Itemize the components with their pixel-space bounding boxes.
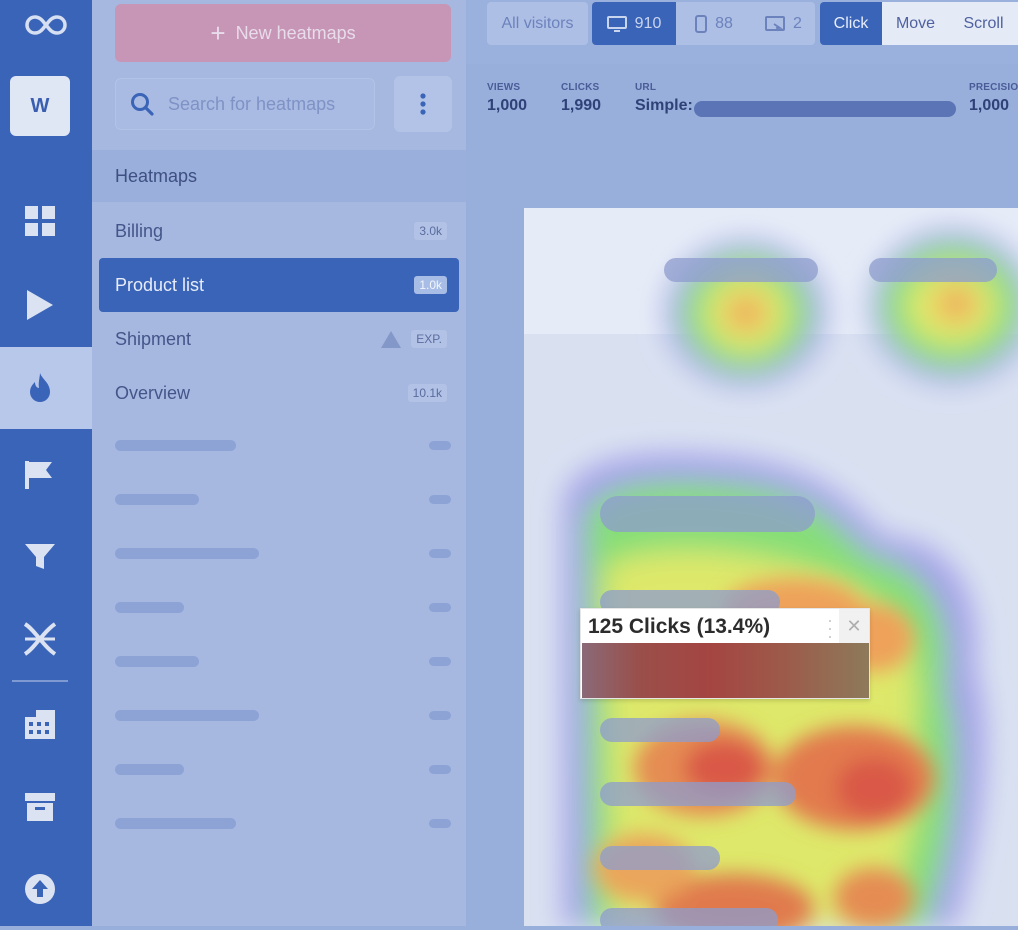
device-tablet-tab[interactable]: 2: [752, 2, 815, 45]
page-element: [600, 908, 778, 926]
rail-divider: [12, 680, 68, 682]
views-label: VIEWS: [487, 82, 521, 93]
url-value: Simple:: [635, 97, 693, 114]
device-mobile-tab[interactable]: 88: [676, 2, 752, 45]
heatmap-item-label: Overview: [115, 382, 191, 403]
archive-icon: [25, 793, 55, 821]
count-badge: 1.0k: [414, 276, 447, 294]
url-stat: URL Simple:: [635, 82, 693, 115]
rail-archive[interactable]: [0, 766, 92, 848]
forms-icon: [23, 622, 57, 656]
mode-scroll-tab[interactable]: Scroll: [949, 2, 1018, 45]
page-element: [600, 846, 720, 870]
heatmap-item-product-list[interactable]: Product list 1.0k: [99, 258, 459, 312]
precision-stat: PRECISIO 1,000: [969, 82, 1018, 115]
skeleton-row: [115, 548, 451, 560]
section-title: Heatmaps: [92, 150, 466, 202]
play-icon: [27, 290, 53, 320]
skeleton-row: [115, 818, 451, 830]
skeleton-row: [115, 710, 451, 722]
kebab-menu-icon[interactable]: · · ·: [827, 611, 833, 645]
click-tooltip: 125 Clicks (13.4%) · · · ✕: [580, 608, 870, 699]
heatmap-canvas[interactable]: [524, 208, 1018, 926]
close-icon[interactable]: ✕: [839, 609, 869, 643]
clicks-label: CLICKS: [561, 82, 600, 93]
device-desktop-tab[interactable]: 910: [592, 2, 676, 45]
skeleton-row: [115, 494, 451, 506]
heatmap-item-overview[interactable]: Overview 10.1k: [99, 366, 459, 420]
rail-heatmaps[interactable]: [0, 347, 92, 429]
mode-click-tab[interactable]: Click: [820, 2, 882, 45]
search-icon: [131, 93, 154, 116]
rail-sites[interactable]: [0, 683, 92, 765]
heatmap-overlay: [564, 230, 1018, 926]
heatmap-item-label: Shipment: [115, 328, 192, 349]
tooltip-text: 125 Clicks (13.4%): [588, 615, 771, 638]
nav-rail: W: [0, 0, 92, 926]
views-stat: VIEWS 1,000: [487, 82, 527, 115]
tablet-count: 2: [793, 14, 802, 32]
visitors-filter[interactable]: All visitors: [487, 2, 588, 45]
page-element: [869, 258, 997, 282]
mode-click-label: Click: [833, 14, 869, 32]
rail-funnels[interactable]: [0, 516, 92, 598]
rail-forms[interactable]: [0, 598, 92, 680]
precision-label: PRECISIO: [969, 82, 1018, 93]
new-heatmap-button[interactable]: + New heatmaps: [115, 4, 451, 62]
rail-dashboard[interactable]: [0, 180, 92, 262]
url-label: URL: [635, 82, 657, 93]
kebab-menu-icon: [420, 93, 426, 115]
more-options-button[interactable]: [394, 76, 452, 132]
page-element: [600, 782, 796, 806]
rail-feedback[interactable]: [0, 434, 92, 516]
views-value: 1,000: [487, 97, 528, 114]
search-input[interactable]: [166, 92, 356, 116]
desktop-count: 910: [634, 14, 662, 32]
page-element: [664, 258, 818, 282]
mode-scroll-label: Scroll: [963, 14, 1004, 32]
mode-move-tab[interactable]: Move: [882, 2, 949, 45]
page-element: [600, 718, 720, 742]
heatmap-item-billing[interactable]: Billing 3.0k: [99, 204, 459, 258]
skeleton-row: [115, 764, 451, 776]
clicks-value: 1,990: [561, 97, 602, 114]
heatmap-item-label: Product list: [115, 274, 205, 295]
skeleton-row: [115, 440, 451, 452]
funnel-icon: [25, 544, 55, 569]
rail-recordings[interactable]: [0, 264, 92, 346]
clicks-stat: CLICKS 1,990: [561, 82, 601, 115]
skeleton-row: [115, 656, 451, 668]
infinity-logo-icon[interactable]: [0, 0, 92, 50]
count-badge: 10.1k: [407, 384, 447, 402]
new-heatmap-label: New heatmaps: [235, 22, 356, 43]
visitors-label: All visitors: [501, 14, 574, 32]
warning-icon: [381, 330, 402, 348]
search-box[interactable]: [115, 78, 375, 130]
url-placeholder-bar: [694, 101, 956, 117]
precision-value: 1,000: [969, 97, 1010, 114]
rail-upgrade[interactable]: [0, 848, 92, 930]
flag-icon: [25, 461, 52, 489]
dashboard-icon: [25, 206, 55, 236]
count-badge: 3.0k: [414, 222, 447, 240]
heatmap-item-shipment[interactable]: Shipment EXP.: [99, 312, 459, 366]
page-element: [600, 496, 815, 532]
flame-icon: [30, 373, 50, 402]
mobile-icon: [695, 14, 708, 33]
plus-icon: +: [210, 18, 226, 48]
building-icon: [25, 710, 55, 739]
tablet-icon: [765, 15, 786, 31]
skeleton-row: [115, 602, 451, 614]
desktop-icon: [606, 15, 627, 32]
highlighted-element: [582, 643, 869, 698]
workspace-avatar[interactable]: W: [10, 76, 70, 136]
mode-move-label: Move: [895, 14, 936, 32]
expired-badge: EXP.: [411, 330, 447, 348]
heatmaps-sidebar: [92, 0, 466, 926]
heatmap-item-label: Billing: [115, 220, 164, 241]
mobile-count: 88: [715, 14, 733, 32]
upload-icon: [25, 874, 55, 904]
